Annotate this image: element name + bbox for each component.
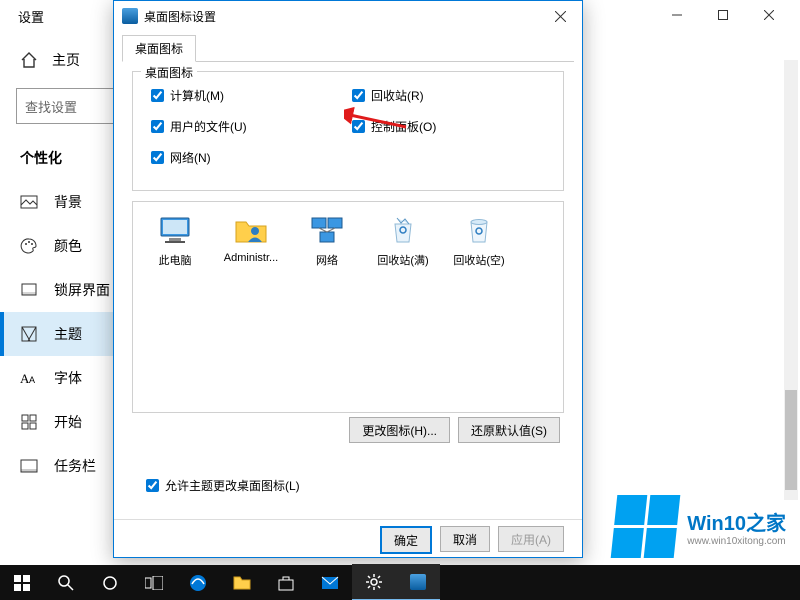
maximize-button[interactable] xyxy=(700,0,746,30)
start-button[interactable] xyxy=(0,565,44,600)
checkbox-userfiles-input[interactable] xyxy=(151,120,164,133)
dialog-tabstrip: 桌面图标 xyxy=(122,35,574,62)
palette-icon xyxy=(20,237,38,255)
icon-label: 此电脑 xyxy=(139,252,211,268)
nav-label: 开始 xyxy=(54,412,82,432)
watermark: Win10之家 www.win10xitong.com xyxy=(614,495,786,558)
desktop-icon-settings-dialog: 桌面图标设置 桌面图标 桌面图标 计算机(M) 回收站(R) 用户的文件(U) … xyxy=(113,0,583,558)
search-placeholder: 查找设置 xyxy=(25,97,77,116)
picture-icon xyxy=(20,193,38,211)
home-icon xyxy=(20,51,38,69)
icon-network[interactable]: 网络 xyxy=(291,212,363,268)
taskbar-explorer-button[interactable] xyxy=(220,565,264,600)
restore-defaults-button[interactable]: 还原默认值(S) xyxy=(458,417,560,443)
taskbar-store-button[interactable] xyxy=(264,565,308,600)
checkbox-allow-themes-input[interactable] xyxy=(146,479,159,492)
taskbar-taskview-button[interactable] xyxy=(132,565,176,600)
mail-icon xyxy=(321,576,339,590)
taskbar-search-button[interactable] xyxy=(44,565,88,600)
taskbar-settings-button[interactable] xyxy=(352,564,396,600)
network-icon xyxy=(307,212,347,248)
checkbox-userfiles[interactable]: 用户的文件(U) xyxy=(147,117,348,136)
dialog-titlebar[interactable]: 桌面图标设置 xyxy=(114,1,582,31)
minimize-button[interactable] xyxy=(654,0,700,30)
icon-label: 网络 xyxy=(291,252,363,268)
close-button[interactable] xyxy=(746,0,792,30)
apply-button[interactable]: 应用(A) xyxy=(498,526,564,552)
icon-this-pc[interactable]: 此电脑 xyxy=(139,212,211,268)
taskbar[interactable] xyxy=(0,565,800,600)
scrollbar[interactable] xyxy=(784,60,798,500)
checkbox-allow-themes[interactable]: 允许主题更改桌面图标(L) xyxy=(142,476,300,495)
taskbar-desktop-icon-settings-button[interactable] xyxy=(396,564,440,600)
checkbox-computer[interactable]: 计算机(M) xyxy=(147,86,348,105)
nav-label: 颜色 xyxy=(54,236,82,256)
search-icon xyxy=(58,575,74,591)
nav-label: 主题 xyxy=(54,324,82,344)
home-label: 主页 xyxy=(52,50,80,70)
desktop-icons-groupbox: 桌面图标 计算机(M) 回收站(R) 用户的文件(U) 控制面板(O) 网络(N… xyxy=(132,71,564,191)
checkbox-network[interactable]: 网络(N) xyxy=(147,148,348,167)
checkbox-network-input[interactable] xyxy=(151,151,164,164)
checkbox-recyclebin-input[interactable] xyxy=(352,89,365,102)
nav-label: 背景 xyxy=(54,192,82,212)
taskbar-cortana-button[interactable] xyxy=(88,565,132,600)
recyclebin-empty-icon xyxy=(459,212,499,248)
nav-label: 字体 xyxy=(54,368,82,388)
nav-label: 任务栏 xyxy=(54,456,96,476)
cortana-icon xyxy=(102,575,118,591)
dialog-close-button[interactable] xyxy=(538,1,582,31)
dialog-separator xyxy=(114,519,582,520)
taskbar-mail-button[interactable] xyxy=(308,565,352,600)
dialog-title: 桌面图标设置 xyxy=(144,8,216,25)
icon-label: 回收站(满) xyxy=(367,252,439,268)
scrollbar-thumb[interactable] xyxy=(785,390,797,490)
tab-desktop-icons[interactable]: 桌面图标 xyxy=(122,35,196,62)
store-icon xyxy=(278,575,294,591)
icon-label: Administr... xyxy=(215,252,287,264)
recyclebin-full-icon xyxy=(383,212,423,248)
checkbox-recyclebin[interactable]: 回收站(R) xyxy=(348,86,549,105)
icon-administrator[interactable]: Administr... xyxy=(215,212,287,268)
folder-icon xyxy=(233,575,251,591)
computer-icon xyxy=(155,212,195,248)
taskbar-icon xyxy=(20,457,38,475)
taskbar-edge-button[interactable] xyxy=(176,565,220,600)
lockscreen-icon xyxy=(20,281,38,299)
checkbox-computer-input[interactable] xyxy=(151,89,164,102)
windows-logo-icon xyxy=(611,495,681,558)
checkbox-controlpanel[interactable]: 控制面板(O) xyxy=(348,117,549,136)
start-icon xyxy=(20,413,38,431)
watermark-url: www.win10xitong.com xyxy=(687,536,786,547)
change-icon-button[interactable]: 更改图标(H)... xyxy=(349,417,450,443)
ok-button[interactable]: 确定 xyxy=(380,526,432,554)
icon-recyclebin-full[interactable]: 回收站(满) xyxy=(367,212,439,268)
nav-label: 锁屏界面 xyxy=(54,280,110,300)
edge-icon xyxy=(189,574,207,592)
user-folder-icon xyxy=(231,212,271,248)
taskview-icon xyxy=(145,576,163,590)
icon-label: 回收站(空) xyxy=(443,252,515,268)
desktop-icon-settings-icon xyxy=(410,574,426,590)
watermark-title: Win10之家 xyxy=(687,507,786,536)
window-controls xyxy=(654,0,792,30)
dialog-title-icon xyxy=(122,8,138,24)
cancel-button[interactable]: 取消 xyxy=(440,526,490,552)
icon-preview-box: 此电脑 Administr... 网络 回收站(满) 回收站(空) xyxy=(132,201,564,413)
icon-recyclebin-empty[interactable]: 回收站(空) xyxy=(443,212,515,268)
close-icon xyxy=(555,11,566,22)
themes-icon xyxy=(20,325,38,343)
fonts-icon: AA xyxy=(20,369,38,387)
svg-text:A: A xyxy=(29,375,35,385)
windows-icon xyxy=(14,575,30,591)
groupbox-label: 桌面图标 xyxy=(141,64,197,81)
checkbox-controlpanel-input[interactable] xyxy=(352,120,365,133)
gear-icon xyxy=(366,574,382,590)
